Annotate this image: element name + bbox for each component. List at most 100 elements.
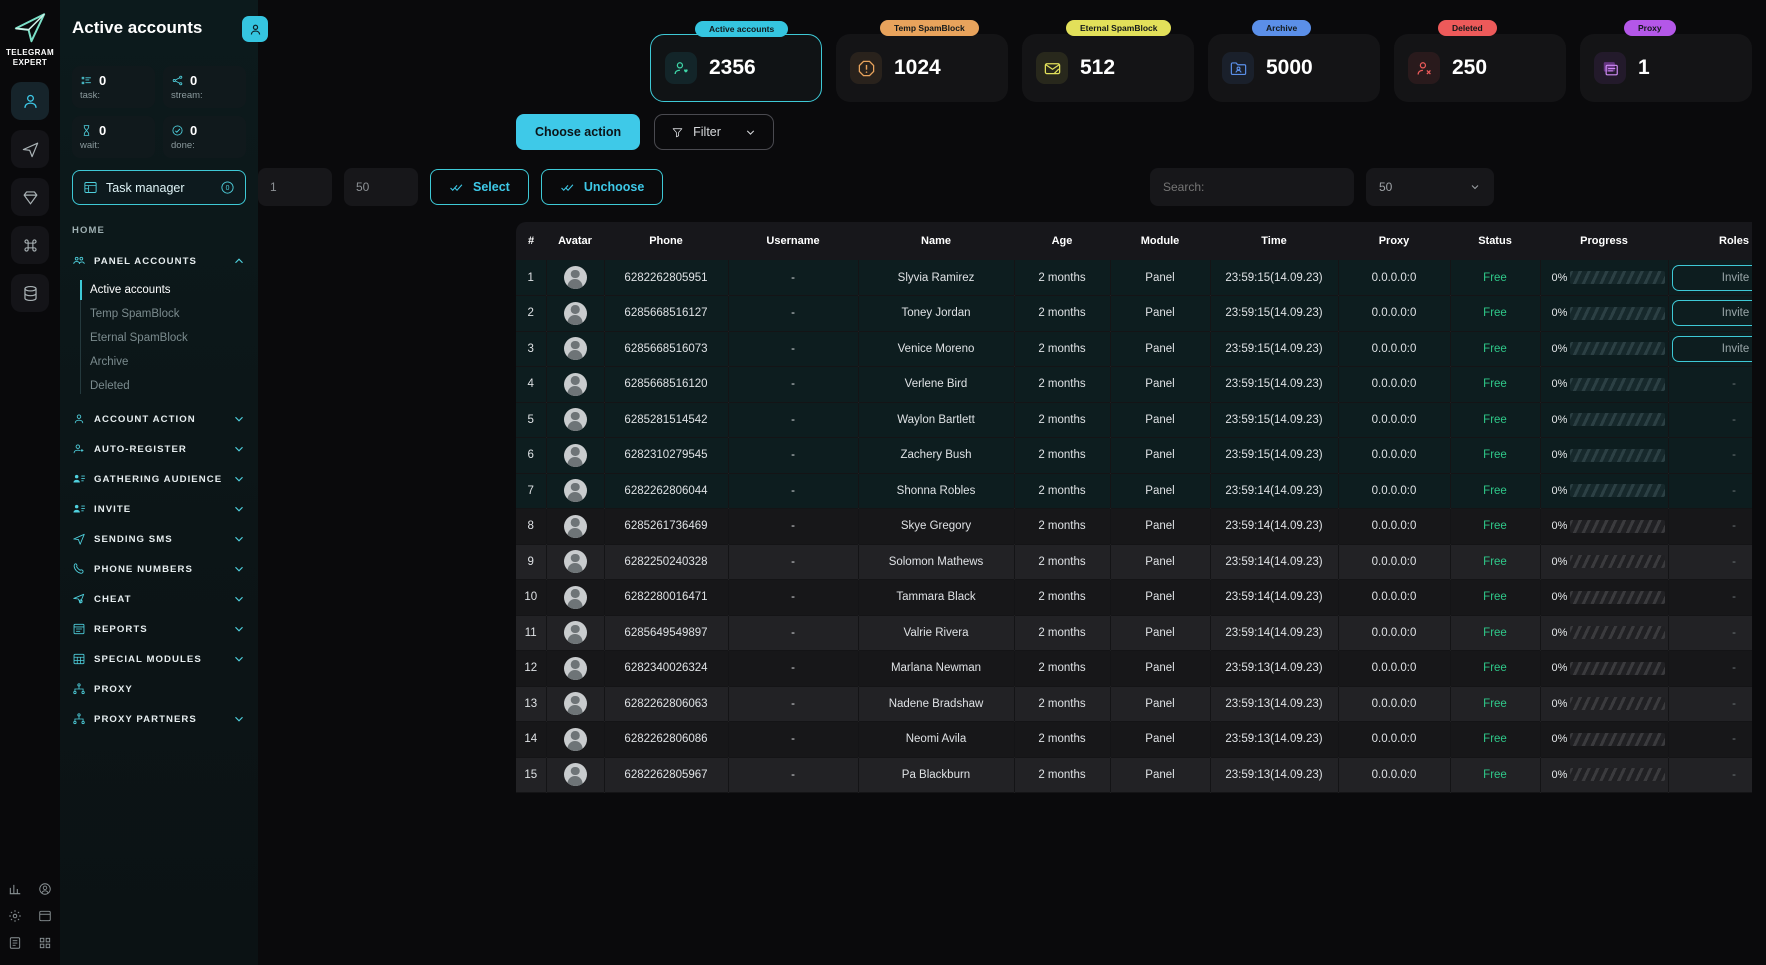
unchoose-button[interactable]: Unchoose xyxy=(540,169,664,205)
table-row[interactable]: 13 6282262806063- Nadene Bradshaw 2 months P… xyxy=(516,686,1752,722)
page-size-dropdown[interactable]: 50 xyxy=(1366,168,1494,206)
table-row[interactable]: 8 6285261736469- Skye Gregory 2 months Panel… xyxy=(516,508,1752,545)
sidebar-group-panel-accounts[interactable]: PANEL ACCOUNTS xyxy=(60,246,258,276)
table-row[interactable]: 6 6282310279545- Zachery Bush 2 months Panel… xyxy=(516,437,1752,474)
chevron-down-icon xyxy=(235,476,243,482)
col-module: Module xyxy=(1110,222,1210,260)
sidebar-item-temp-spamblock[interactable]: Temp SpamBlock xyxy=(60,302,258,326)
chevron-up-icon xyxy=(235,258,243,264)
table-row[interactable]: 11 6285649549897- Valrie Rivera 2 months Pan… xyxy=(516,615,1752,651)
sidebar-item-deleted[interactable]: Deleted xyxy=(60,374,258,398)
role-empty: - xyxy=(1732,449,1736,462)
sidebar-item-archive[interactable]: Archive xyxy=(60,350,258,374)
cell-roles: - xyxy=(1668,650,1752,687)
sidebar-group-auto-register[interactable]: AUTO-REGISTER xyxy=(60,434,258,464)
rail-item-browser[interactable] xyxy=(38,909,52,928)
cell-age: 2 months xyxy=(1014,473,1111,509)
cell-proxy: 0.0.0.0:0 xyxy=(1338,402,1451,438)
sidebar-group-label: REPORTS xyxy=(94,623,148,635)
progress-bar xyxy=(1570,413,1665,427)
search-input[interactable] xyxy=(1150,168,1354,206)
rail-item-apps[interactable] xyxy=(38,936,52,955)
send-icon xyxy=(73,533,85,545)
cell-name: Marlana Newman xyxy=(858,650,1015,687)
table-row[interactable]: 7 6282262806044- Shonna Robles 2 months Pane… xyxy=(516,473,1752,509)
table-row[interactable]: 4 6285668516120- Verlene Bird 2 months Panel… xyxy=(516,366,1752,403)
range-from-input[interactable] xyxy=(258,168,332,206)
kpi-card-eternal-spamblock[interactable]: Eternal SpamBlock 512 xyxy=(1022,20,1194,102)
cell-name: Neomi Avila xyxy=(858,721,1015,758)
cell-module: Panel xyxy=(1110,757,1211,793)
rail-item-accounts[interactable] xyxy=(11,82,49,120)
status-badge: Free xyxy=(1483,271,1507,284)
sidebar-group-invite[interactable]: INVITE xyxy=(60,494,258,524)
progress-percent: 0% xyxy=(1551,378,1568,391)
task-manager-button[interactable]: Task manager 0 xyxy=(72,170,246,205)
stat-wait: 0 wait: xyxy=(72,116,155,158)
chevron-down-icon xyxy=(235,626,243,632)
sidebar-group-label: PHONE NUMBERS xyxy=(94,563,193,575)
sidebar-group-account-action[interactable]: ACCOUNT ACTION xyxy=(60,404,258,434)
cell-progress: 0% xyxy=(1540,544,1669,580)
kpi-value: 512 xyxy=(1080,56,1116,79)
sidebar-group-sending-sms[interactable]: SENDING SMS xyxy=(60,524,258,554)
kpi-card-proxy[interactable]: Proxy 1 xyxy=(1580,20,1752,102)
table-row[interactable]: 12 6282340026324- Marlana Newman 2 months Pa… xyxy=(516,650,1752,687)
table-row[interactable]: 5 6285281514542- Waylon Bartlett 2 months Pa… xyxy=(516,402,1752,438)
table-row[interactable]: 15 6282262805967- Pa Blackburn 2 months Pane… xyxy=(516,757,1752,793)
rail-item-stats[interactable] xyxy=(8,882,22,901)
sidebar-group-gathering-audience[interactable]: GATHERING AUDIENCE xyxy=(60,464,258,494)
rail-item-notes[interactable] xyxy=(8,936,22,955)
invite-button[interactable]: Invite xyxy=(1671,264,1752,291)
cell-module: Panel xyxy=(1110,473,1211,509)
cell-proxy: 0.0.0.0:0 xyxy=(1338,437,1451,474)
kpi-card-archive[interactable]: Archive 5000 xyxy=(1208,20,1380,102)
rail-item-settings[interactable] xyxy=(8,909,22,928)
cell-avatar xyxy=(546,366,605,403)
cell-name: Zachery Bush xyxy=(858,437,1015,474)
choose-action-button[interactable]: Choose action xyxy=(516,114,641,150)
main-content: Active accounts 2356 Temp SpamBlock 1024… xyxy=(258,0,1766,965)
table-row[interactable]: 1 6282262805951- Slyvia Ramirez 2 months Pan… xyxy=(516,260,1752,296)
progress-percent: 0% xyxy=(1551,342,1568,355)
sidebar-group-reports[interactable]: REPORTS xyxy=(60,614,258,644)
cell-age: 2 months xyxy=(1014,579,1111,616)
progress-bar xyxy=(1570,697,1665,711)
kpi-card-temp-spamblock[interactable]: Temp SpamBlock 1024 xyxy=(836,20,1008,102)
sidebar-group-phone-numbers[interactable]: PHONE NUMBERS xyxy=(60,554,258,584)
table-row[interactable]: 10 6282280016471- Tammara Black 2 months Pan… xyxy=(516,579,1752,616)
select-button[interactable]: Select xyxy=(430,169,529,205)
table-row[interactable]: 2 6285668516127- Toney Jordan 2 months Panel… xyxy=(516,295,1752,332)
cell-avatar xyxy=(546,544,605,580)
cell-index: 11 xyxy=(516,615,547,651)
kpi-card-deleted[interactable]: Deleted 250 xyxy=(1394,20,1566,102)
range-to-input[interactable] xyxy=(344,168,418,206)
cell-age: 2 months xyxy=(1014,757,1111,793)
table-row[interactable]: 9 6282250240328- Solomon Mathews 2 months Pa… xyxy=(516,544,1752,580)
rail-item-command[interactable] xyxy=(11,226,49,264)
invite-button[interactable]: Invite xyxy=(1671,300,1752,327)
cell-roles: - xyxy=(1668,473,1752,509)
cell-avatar xyxy=(546,757,605,793)
sidebar-group-proxy-partners[interactable]: PROXY PARTNERS xyxy=(60,704,258,734)
cell-phone: 6282250240328 xyxy=(604,544,729,580)
sidebar-group-cheat[interactable]: CHEAT xyxy=(60,584,258,614)
kpi-card-active-accounts[interactable]: Active accounts 2356 xyxy=(650,21,822,102)
profile-button[interactable] xyxy=(242,16,268,42)
rail-item-profile[interactable] xyxy=(38,882,52,901)
table-row[interactable]: 3 6285668516073- Venice Moreno 2 months Pane… xyxy=(516,331,1752,367)
folder-user-icon xyxy=(1222,52,1254,84)
table-row[interactable]: 14 6282262806086- Neomi Avila 2 months Panel… xyxy=(516,721,1752,758)
filter-dropdown[interactable]: Filter xyxy=(654,114,775,150)
status-badge: Free xyxy=(1483,342,1507,355)
invite-button[interactable]: Invite xyxy=(1671,335,1752,362)
sidebar-group-special-modules[interactable]: SPECIAL MODULES xyxy=(60,644,258,674)
cell-age: 2 months xyxy=(1014,686,1111,722)
sidebar-item-active-accounts[interactable]: Active accounts xyxy=(60,278,258,302)
mail-block-icon xyxy=(1036,52,1068,84)
sidebar-item-eternal-spamblock[interactable]: Eternal SpamBlock xyxy=(60,326,258,350)
sidebar-group-proxy[interactable]: PROXY xyxy=(60,674,258,704)
svg-text:0: 0 xyxy=(226,185,230,192)
chevron-down-icon xyxy=(235,416,243,422)
rail-item-database[interactable] xyxy=(11,274,49,312)
